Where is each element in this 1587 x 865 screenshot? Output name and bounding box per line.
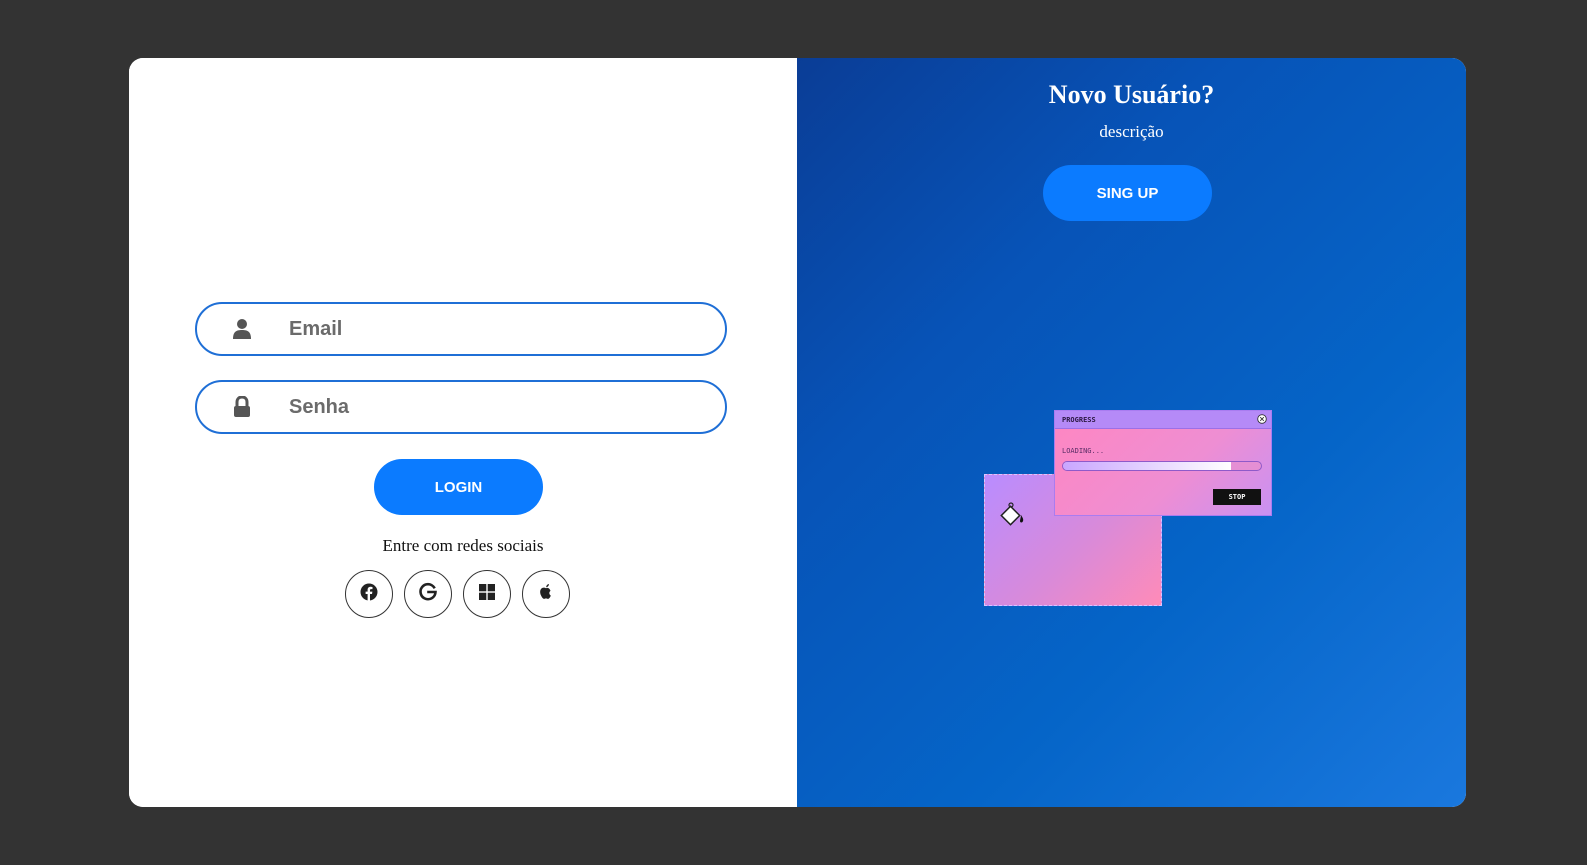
email-input[interactable] — [287, 316, 691, 342]
signup-button[interactable]: SING UP — [1043, 165, 1212, 221]
progress-window-titlebar: PROGRESS — [1055, 411, 1271, 429]
facebook-button[interactable] — [345, 570, 393, 618]
social-login-text: Entre com redes sociais — [382, 536, 544, 555]
email-field-wrapper — [195, 302, 727, 356]
apple-icon — [538, 583, 554, 605]
google-icon — [418, 582, 438, 607]
loading-label: LOADING... — [1062, 447, 1105, 455]
progress-window: PROGRESS LOADING... STOP — [1054, 410, 1272, 516]
login-button[interactable]: LOGIN — [374, 459, 543, 515]
social-buttons — [345, 570, 570, 618]
signup-description: descrição — [1099, 122, 1164, 141]
stop-button: STOP — [1213, 489, 1261, 505]
progress-bar — [1062, 461, 1262, 471]
signup-title: Novo Usuário? — [1048, 80, 1215, 109]
login-panel: LOGIN Entre com redes sociais — [129, 58, 797, 807]
progress-bar-fill — [1063, 462, 1232, 470]
user-icon — [230, 317, 254, 341]
auth-card: LOGIN Entre com redes sociais — [129, 58, 1466, 807]
paint-bucket-icon — [999, 501, 1027, 534]
windows-button[interactable] — [463, 570, 511, 618]
apple-button[interactable] — [522, 570, 570, 618]
progress-window-title: PROGRESS — [1062, 415, 1096, 424]
google-button[interactable] — [404, 570, 452, 618]
signup-panel: Novo Usuário? descrição SING UP PROGRESS — [797, 58, 1466, 807]
password-input[interactable] — [287, 394, 691, 420]
close-icon — [1257, 413, 1267, 426]
lock-icon — [230, 395, 254, 419]
windows-icon — [479, 583, 495, 605]
progress-illustration: PROGRESS LOADING... STOP — [984, 410, 1274, 608]
password-field-wrapper — [195, 380, 727, 434]
facebook-icon — [360, 583, 378, 606]
